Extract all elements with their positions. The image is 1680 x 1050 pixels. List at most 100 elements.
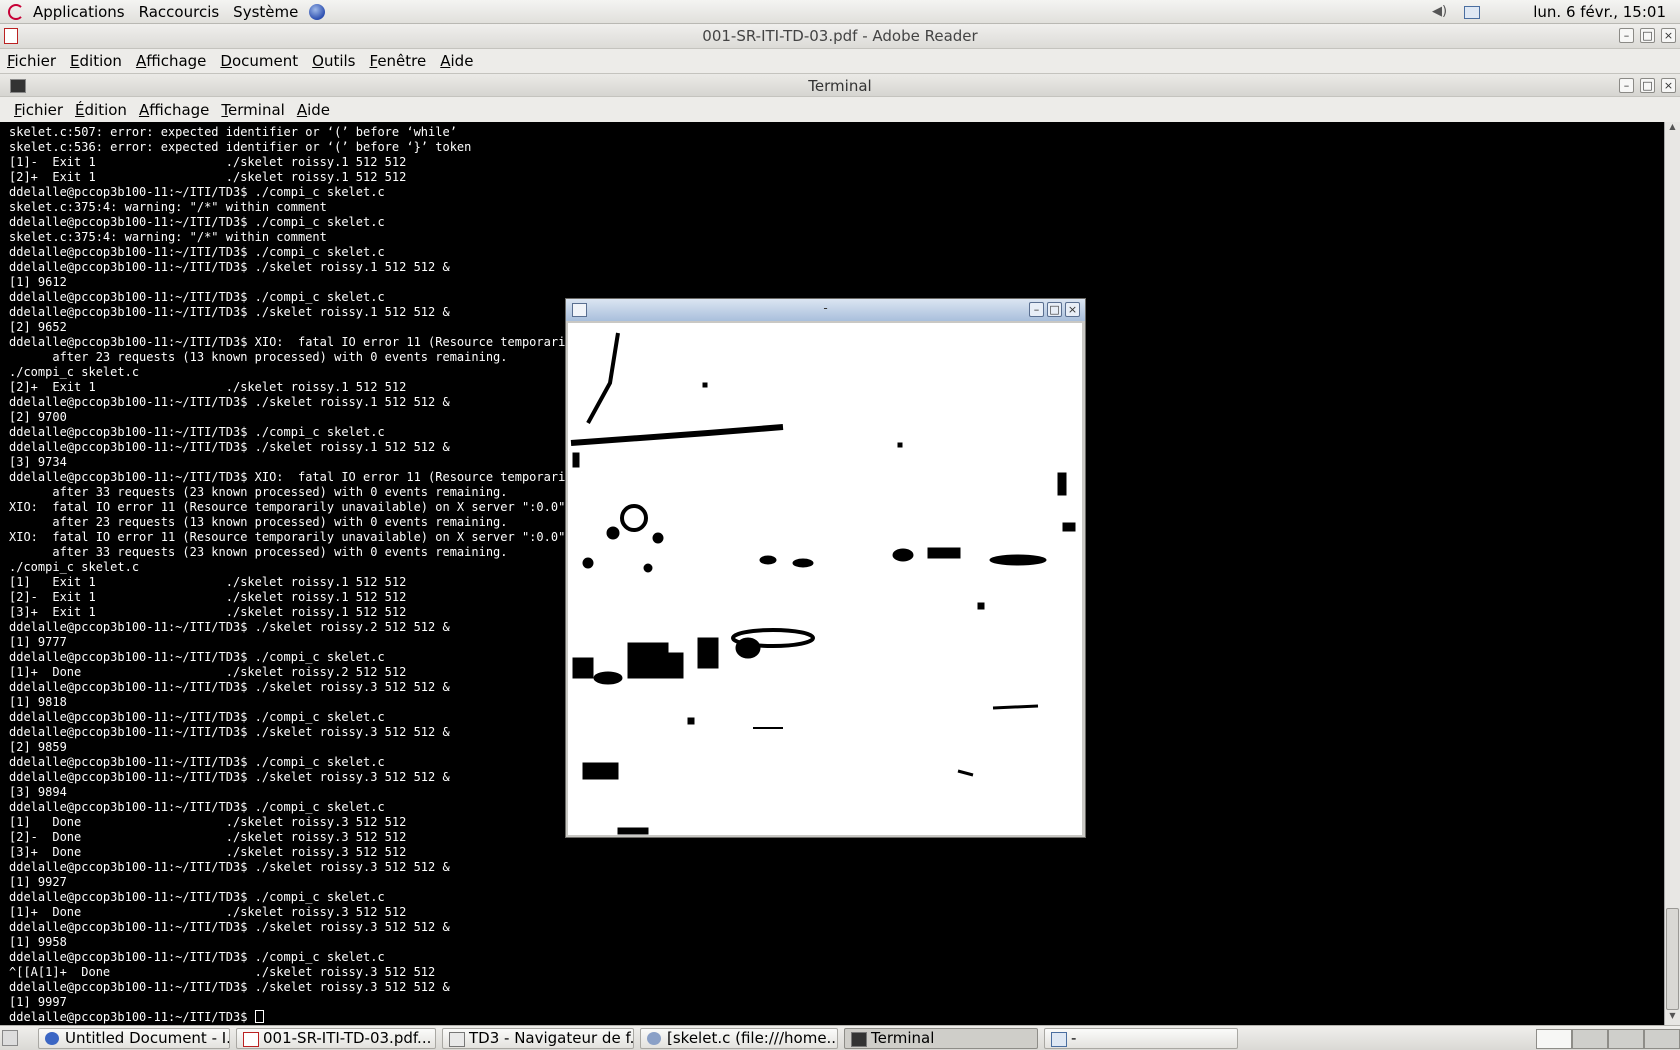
terminal-menubar: Fichier Édition Affichage Terminal Aide bbox=[0, 97, 1680, 122]
terminal-line: [1] 9777 bbox=[9, 635, 67, 649]
scrollbar-thumb[interactable] bbox=[1666, 908, 1679, 1010]
terminal-line: ddelalle@pccop3b100-11:~/ITI/TD3$ ./comp… bbox=[9, 950, 385, 964]
close-icon[interactable]: × bbox=[1661, 78, 1676, 93]
minimize-icon[interactable]: – bbox=[1029, 302, 1044, 317]
scroll-up-icon[interactable]: ▲ bbox=[1665, 122, 1680, 136]
scroll-down-icon[interactable]: ▼ bbox=[1665, 1011, 1680, 1025]
terminal-line: ddelalle@pccop3b100-11:~/ITI/TD3$ ./comp… bbox=[9, 290, 385, 304]
terminal-line: [2]- Exit 1 ./skelet roissy.1 512 512 bbox=[9, 590, 407, 604]
terminal-menu-affichage[interactable]: Affichage bbox=[133, 101, 215, 119]
skeleton-image-window[interactable]: - – □ × bbox=[565, 298, 1086, 838]
close-icon[interactable]: × bbox=[1065, 302, 1080, 317]
menu-applications[interactable]: Applications bbox=[26, 3, 132, 21]
reader-menubar: Fichier Edition Affichage Document Outil… bbox=[0, 49, 1680, 73]
adobe-reader-icon[interactable] bbox=[4, 28, 18, 44]
bottom-panel: Untitled Document - I... 001-SR-ITI-TD-0… bbox=[0, 1025, 1680, 1050]
terminal-line: skelet.c:375:4: warning: "/*" within com… bbox=[9, 230, 327, 244]
close-icon[interactable]: × bbox=[1661, 28, 1676, 43]
taskbar-item[interactable]: Terminal bbox=[844, 1028, 1038, 1049]
terminal-menu-aide[interactable]: Aide bbox=[291, 101, 336, 119]
menu-systeme[interactable]: Système bbox=[226, 3, 305, 21]
taskbar-item[interactable]: Untitled Document - I... bbox=[38, 1028, 230, 1049]
terminal-line: ddelalle@pccop3b100-11:~/ITI/TD3$ ./comp… bbox=[9, 245, 385, 259]
terminal-line: [2]+ Exit 1 ./skelet roissy.1 512 512 bbox=[9, 380, 407, 394]
terminal-line: [1] Exit 1 ./skelet roissy.1 512 512 bbox=[9, 575, 407, 589]
terminal-line: [1]- Exit 1 ./skelet roissy.1 512 512 bbox=[9, 155, 407, 169]
minimize-icon[interactable]: – bbox=[1619, 28, 1634, 43]
terminal-menu-terminal[interactable]: Terminal bbox=[215, 101, 290, 119]
terminal-line: [2] 9700 bbox=[9, 410, 67, 424]
reader-menu-document[interactable]: Document bbox=[213, 52, 305, 70]
terminal-icon[interactable] bbox=[10, 79, 26, 93]
reader-menu-outils[interactable]: Outils bbox=[305, 52, 362, 70]
reader-menu-aide[interactable]: Aide bbox=[433, 52, 480, 70]
terminal-line: ddelalle@pccop3b100-11:~/ITI/TD3$ ./comp… bbox=[9, 890, 385, 904]
terminal-scrollbar[interactable]: ▲ ▼ bbox=[1664, 122, 1680, 1025]
terminal-line: ddelalle@pccop3b100-11:~/ITI/TD3$ XIO: f… bbox=[9, 335, 580, 349]
terminal-menu-fichier[interactable]: Fichier bbox=[8, 101, 69, 119]
terminal-line: [1] 9818 bbox=[9, 695, 67, 709]
taskbar-item[interactable]: TD3 - Navigateur de f... bbox=[442, 1028, 634, 1049]
terminal-line: ddelalle@pccop3b100-11:~/ITI/TD3$ ./comp… bbox=[9, 425, 385, 439]
terminal-line: ./compi_c skelet.c bbox=[9, 365, 140, 379]
terminal-line: ddelalle@pccop3b100-11:~/ITI/TD3$ ./comp… bbox=[9, 185, 385, 199]
terminal-line: ddelalle@pccop3b100-11:~/ITI/TD3$ ./skel… bbox=[9, 770, 450, 784]
terminal-titlebar: Terminal – □ × bbox=[0, 73, 1680, 97]
terminal-line: ddelalle@pccop3b100-11:~/ITI/TD3$ ./skel… bbox=[9, 725, 450, 739]
debian-logo-icon[interactable] bbox=[8, 3, 24, 20]
terminal-line: [1] 9997 bbox=[9, 995, 67, 1009]
show-desktop-tray-icon[interactable] bbox=[1464, 5, 1480, 19]
terminal-prompt: ddelalle@pccop3b100-11:~/ITI/TD3$ bbox=[9, 1010, 255, 1024]
clock[interactable]: lun. 6 févr., 15:01 bbox=[1533, 3, 1666, 21]
maximize-icon[interactable]: □ bbox=[1640, 28, 1655, 43]
reader-menu-fenetre[interactable]: Fenêtre bbox=[363, 52, 434, 70]
terminal-line: ddelalle@pccop3b100-11:~/ITI/TD3$ ./skel… bbox=[9, 980, 450, 994]
workspace-3[interactable] bbox=[1608, 1029, 1644, 1049]
editor-icon bbox=[647, 1032, 661, 1045]
workspace-switcher[interactable] bbox=[1536, 1029, 1680, 1049]
workspace-2[interactable] bbox=[1572, 1029, 1608, 1049]
terminal-line: after 23 requests (13 known processed) w… bbox=[52, 350, 508, 364]
taskbar-item[interactable]: [skelet.c (file:///home... bbox=[640, 1028, 838, 1049]
terminal-line: ddelalle@pccop3b100-11:~/ITI/TD3$ ./skel… bbox=[9, 395, 450, 409]
reader-menu-fichier[interactable]: Fichier bbox=[0, 52, 63, 70]
terminal-line: ddelalle@pccop3b100-11:~/ITI/TD3$ XIO: f… bbox=[9, 470, 580, 484]
maximize-icon[interactable]: □ bbox=[1047, 302, 1062, 317]
terminal-line: skelet.c:507: error: expected identifier… bbox=[9, 125, 457, 139]
show-desktop-icon[interactable] bbox=[2, 1030, 18, 1046]
minimize-icon[interactable]: – bbox=[1619, 78, 1634, 93]
taskbar-item[interactable]: 001-SR-ITI-TD-03.pdf... bbox=[236, 1028, 436, 1049]
image-window-title: - bbox=[823, 301, 828, 315]
browser-icon bbox=[45, 1032, 59, 1045]
terminal-line: XIO: fatal IO error 11 (Resource tempora… bbox=[9, 530, 566, 544]
terminal-line: [3] 9894 bbox=[9, 785, 67, 799]
terminal-line: ddelalle@pccop3b100-11:~/ITI/TD3$ ./skel… bbox=[9, 680, 450, 694]
terminal-line: ddelalle@pccop3b100-11:~/ITI/TD3$ ./skel… bbox=[9, 260, 450, 274]
terminal-line: [2] 9859 bbox=[9, 740, 67, 754]
terminal-line: ddelalle@pccop3b100-11:~/ITI/TD3$ ./skel… bbox=[9, 920, 450, 934]
terminal-line: [3]+ Exit 1 ./skelet roissy.1 512 512 bbox=[9, 605, 407, 619]
terminal-line: skelet.c:536: error: expected identifier… bbox=[9, 140, 472, 154]
binary-image bbox=[570, 332, 1076, 835]
workspace-4[interactable] bbox=[1644, 1029, 1680, 1049]
folder-icon bbox=[449, 1032, 465, 1047]
reader-menu-edition[interactable]: Edition bbox=[63, 52, 129, 70]
top-panel: Applications Raccourcis Système ◀) lun. … bbox=[0, 0, 1680, 24]
web-browser-launcher-icon[interactable] bbox=[309, 3, 326, 20]
terminal-line: ^[[A[1]+ Done ./skelet roissy.3 512 512 bbox=[9, 965, 436, 979]
menu-raccourcis[interactable]: Raccourcis bbox=[132, 3, 227, 21]
terminal-line: ddelalle@pccop3b100-11:~/ITI/TD3$ ./skel… bbox=[9, 860, 450, 874]
terminal-menu-edition[interactable]: Édition bbox=[69, 101, 133, 119]
reader-window-title: 001-SR-ITI-TD-03.pdf - Adobe Reader bbox=[702, 27, 978, 45]
image-window-titlebar[interactable]: - – □ × bbox=[566, 299, 1085, 321]
terminal-line: [2]- Done ./skelet roissy.3 512 512 bbox=[9, 830, 407, 844]
terminal-line: skelet.c:375:4: warning: "/*" within com… bbox=[9, 200, 327, 214]
volume-icon[interactable]: ◀) bbox=[1432, 5, 1448, 19]
binary-image-canvas bbox=[568, 323, 1082, 835]
reader-menu-affichage[interactable]: Affichage bbox=[129, 52, 213, 70]
terminal-line: after 33 requests (23 known processed) w… bbox=[52, 545, 508, 559]
taskbar-item[interactable]: - bbox=[1044, 1028, 1238, 1049]
workspace-1[interactable] bbox=[1536, 1029, 1572, 1049]
maximize-icon[interactable]: □ bbox=[1640, 78, 1655, 93]
terminal-line: ddelalle@pccop3b100-11:~/ITI/TD3$ ./comp… bbox=[9, 710, 385, 724]
